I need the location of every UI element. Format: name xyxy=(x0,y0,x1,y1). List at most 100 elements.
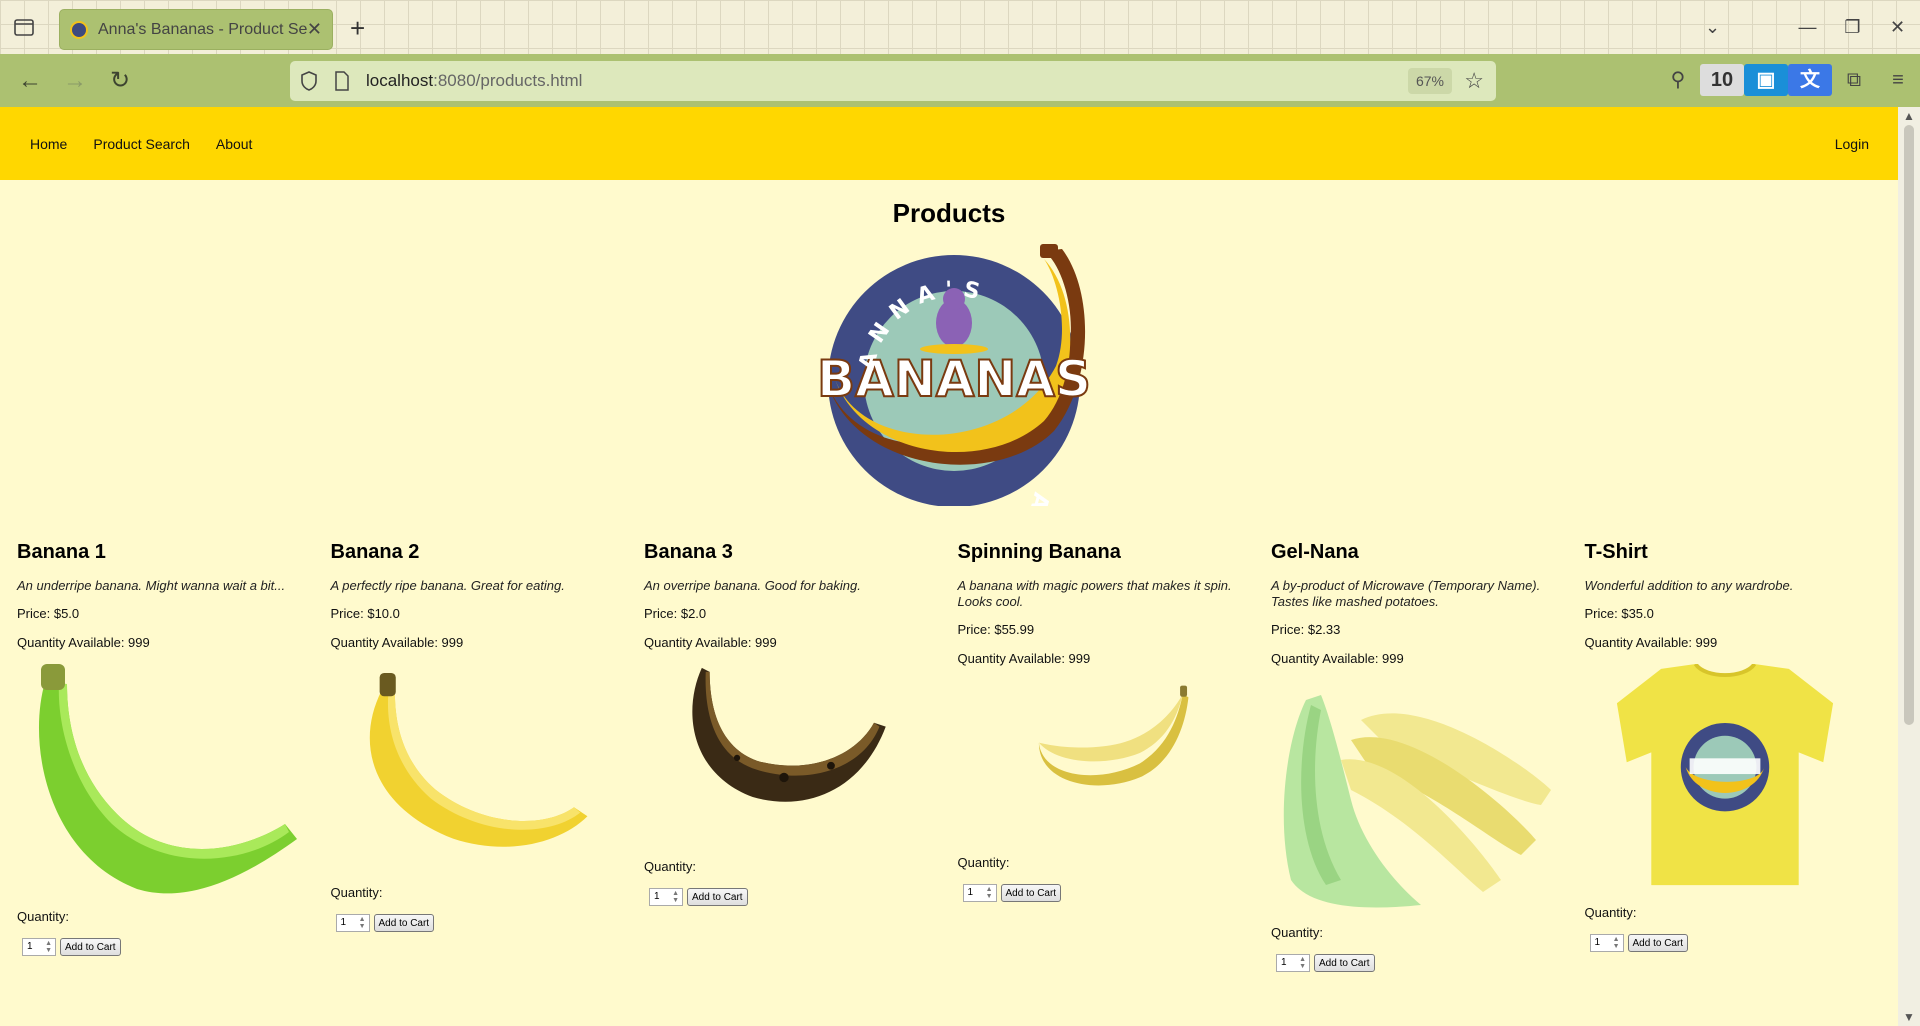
product-card: Spinning Banana A banana with magic powe… xyxy=(958,541,1272,972)
quantity-stepper[interactable]: 1 ▲ ▼ xyxy=(649,888,683,906)
list-all-tabs-icon[interactable]: ⌄ xyxy=(1690,0,1735,54)
quantity-stepper[interactable]: 1 ▲ ▼ xyxy=(962,884,997,902)
account-icon[interactable]: ⚲ xyxy=(1656,64,1700,96)
product-card: T-Shirt Wonderful addition to any wardro… xyxy=(1585,541,1899,972)
menu-hamburger-icon[interactable]: ≡ xyxy=(1876,64,1920,96)
spinner-arrows-icon[interactable]: ▲ ▼ xyxy=(1613,936,1620,950)
product-grid: Banana 1 An underripe banana. Might wann… xyxy=(0,541,1898,972)
product-price: Price: $55.99 xyxy=(957,622,1035,637)
url-bar[interactable]: localhost:8080/products.html 67% ☆ xyxy=(290,61,1496,101)
quantity-stepper[interactable]: 1 ▲ ▼ xyxy=(1589,934,1624,952)
product-quantity-available: Quantity Available: 999 xyxy=(1584,635,1718,650)
quantity-stepper[interactable]: 1 ▲ ▼ xyxy=(335,914,370,932)
extension-10-icon[interactable]: 10 xyxy=(1700,64,1744,96)
scroll-down-icon[interactable]: ▼ xyxy=(1903,1010,1915,1024)
add-to-cart-button[interactable]: Add to Cart xyxy=(1627,934,1689,952)
scrollbar-thumb[interactable] xyxy=(1904,125,1914,725)
product-price: Price: $5.0 xyxy=(17,606,80,621)
nav-link-home[interactable]: Home xyxy=(30,136,67,152)
site-navbar: Home Product Search About Login xyxy=(0,107,1898,180)
product-name: T-Shirt xyxy=(1584,541,1648,563)
gel-nana-image xyxy=(1283,695,1551,908)
spinner-arrows-icon[interactable]: ▲ ▼ xyxy=(1299,956,1306,970)
product-price: Price: $2.33 xyxy=(1271,622,1341,637)
page-title: Products xyxy=(892,198,1006,228)
product-description: An underripe banana. Might wanna wait a … xyxy=(17,578,286,593)
product-price: Price: $10.0 xyxy=(330,606,400,621)
toolbar-extensions: ⚲ 10 ▣ 文 ⧉ ≡ xyxy=(1656,64,1920,96)
quantity-label: Quantity: xyxy=(1271,925,1324,940)
quantity-stepper[interactable]: 1 ▲ ▼ xyxy=(22,938,56,956)
reload-icon[interactable]: ↻ xyxy=(106,68,134,94)
add-to-cart-button[interactable]: Add to Cart xyxy=(373,914,435,932)
product-description: An overripe banana. Good for baking. xyxy=(644,578,861,593)
product-quantity-available: Quantity Available: 999 xyxy=(957,651,1091,666)
quantity-label: Quantity: xyxy=(17,909,70,924)
add-to-cart-row: 1 ▲ ▼ Add to Cart xyxy=(644,888,934,906)
new-tab-icon[interactable]: + xyxy=(350,13,365,44)
url-path: :8080/products.html xyxy=(433,71,583,90)
product-card: Banana 1 An underripe banana. Might wann… xyxy=(17,541,331,972)
quantity-value: 1 xyxy=(340,917,347,928)
add-to-cart-button[interactable]: Add to Cart xyxy=(60,938,121,956)
quantity-value: 1 xyxy=(967,887,974,898)
extensions-puzzle-icon[interactable]: ⧉ xyxy=(1832,64,1876,96)
green-banana-image xyxy=(38,664,297,894)
translate-icon[interactable]: 文 xyxy=(1788,64,1832,96)
url-host: localhost xyxy=(366,71,434,90)
spinning-banana-image xyxy=(1038,685,1188,786)
ripe-banana-image xyxy=(369,672,587,847)
quantity-value: 1 xyxy=(1281,957,1287,968)
add-to-cart-row: 1 ▲ ▼ Add to Cart xyxy=(958,884,1248,902)
spinner-arrows-icon[interactable]: ▲ ▼ xyxy=(359,916,366,930)
tab-title: Anna's Bananas - Product Search xyxy=(98,20,307,38)
add-to-cart-button[interactable]: Add to Cart xyxy=(1000,884,1062,902)
product-name: Banana 2 xyxy=(330,541,420,563)
add-to-cart-row: 1 ▲ ▼ Add to Cart xyxy=(17,938,307,956)
t-shirt-image xyxy=(1616,662,1833,886)
back-icon[interactable]: ← xyxy=(16,68,44,94)
restore-icon[interactable]: ❐ xyxy=(1830,0,1875,54)
quantity-label: Quantity: xyxy=(644,859,697,874)
add-to-cart-row: 1 ▲ ▼ Add to Cart xyxy=(1585,934,1875,952)
product-price: Price: $2.0 xyxy=(644,606,707,621)
page-viewport: Home Product Search About Login Products… xyxy=(0,107,1898,1026)
product-description: A by-product of Microwave (Temporary Nam… xyxy=(1271,578,1541,609)
bookmark-star-icon[interactable]: ☆ xyxy=(1464,68,1484,94)
overripe-banana-image xyxy=(692,667,886,802)
minimize-icon[interactable]: — xyxy=(1785,0,1830,54)
add-to-cart-button[interactable]: Add to Cart xyxy=(687,888,748,906)
nav-link-login[interactable]: Login xyxy=(1835,136,1869,152)
quantity-value: 1 xyxy=(1594,937,1601,948)
product-name: Spinning Banana xyxy=(957,541,1121,563)
spinner-arrows-icon[interactable]: ▲ ▼ xyxy=(45,940,52,954)
add-to-cart-row: 1 ▲ ▼ Add to Cart xyxy=(1271,954,1561,972)
browser-tab-active[interactable]: Anna's Bananas - Product Search ✕ xyxy=(59,9,333,50)
add-to-cart-button[interactable]: Add to Cart xyxy=(1314,954,1375,972)
save-extension-icon[interactable]: ▣ xyxy=(1744,64,1788,96)
page-info-icon[interactable] xyxy=(334,71,350,91)
browser-tab-bar: Anna's Bananas - Product Search ✕ + ⌄ — … xyxy=(0,0,1920,54)
product-quantity-available: Quantity Available: 999 xyxy=(1271,651,1404,666)
scroll-up-icon[interactable]: ▲ xyxy=(1903,109,1915,123)
spinner-arrows-icon[interactable]: ▲ ▼ xyxy=(986,886,993,900)
quantity-value: 1 xyxy=(654,891,660,902)
nav-link-about[interactable]: About xyxy=(216,136,253,152)
browser-toolbar: ← → ↻ localhost:8080/products.html 67% ☆… xyxy=(0,54,1920,107)
quantity-stepper[interactable]: 1 ▲ ▼ xyxy=(1276,954,1310,972)
product-price: Price: $35.0 xyxy=(1584,606,1654,621)
zoom-level-badge[interactable]: 67% xyxy=(1407,68,1452,94)
tab-list-icon[interactable] xyxy=(12,16,36,38)
url-text[interactable]: localhost:8080/products.html xyxy=(366,71,582,91)
quantity-value: 1 xyxy=(27,941,33,952)
close-window-icon[interactable]: ✕ xyxy=(1875,0,1920,54)
spinner-arrows-icon[interactable]: ▲ ▼ xyxy=(672,890,679,904)
nav-link-product-search[interactable]: Product Search xyxy=(93,136,190,152)
shield-icon[interactable] xyxy=(300,71,318,91)
product-card: Banana 3 An overripe banana. Good for ba… xyxy=(644,541,958,972)
tab-close-icon[interactable]: ✕ xyxy=(307,19,322,40)
vertical-scrollbar[interactable]: ▲ ▼ xyxy=(1898,107,1920,1026)
product-description: A perfectly ripe banana. Great for eatin… xyxy=(330,578,565,593)
forward-icon[interactable]: → xyxy=(61,68,89,94)
add-to-cart-row: 1 ▲ ▼ Add to Cart xyxy=(331,914,621,932)
